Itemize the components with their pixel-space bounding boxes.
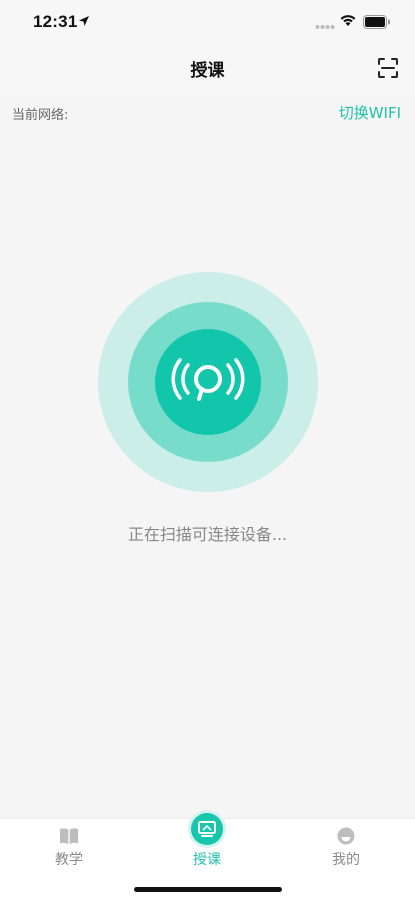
- navigation-bar: 授课: [0, 46, 415, 90]
- tab-teaching[interactable]: 教学: [0, 819, 138, 879]
- scan-status-text: 正在扫描可连接设备...: [127, 525, 288, 544]
- battery-icon: [363, 15, 390, 29]
- scanner-animation: [98, 272, 318, 492]
- profile-icon: [337, 827, 355, 845]
- scan-qr-icon[interactable]: [376, 56, 400, 80]
- switch-wifi-link[interactable]: 切换WIFI: [339, 102, 401, 123]
- location-arrow-icon: [79, 16, 89, 26]
- tab-lecture[interactable]: 授课: [138, 813, 276, 879]
- current-network-label: 当前网络:: [12, 108, 69, 123]
- tab-bar: 教学 授课 我的: [0, 813, 415, 901]
- book-icon: [60, 828, 78, 844]
- home-indicator: [134, 887, 282, 892]
- page-title: 授课: [190, 61, 225, 81]
- tab-label: 我的: [332, 852, 360, 868]
- tab-mine[interactable]: 我的: [277, 819, 415, 879]
- status-time: 12:31: [33, 12, 78, 31]
- status-bar: 12:31: [0, 0, 415, 46]
- broadcast-icon: [171, 358, 245, 401]
- wifi-icon: [340, 15, 356, 26]
- cellular-signal-icon: [315, 25, 335, 29]
- monitor-icon: [191, 813, 223, 845]
- network-row: 当前网络: 切换WIFI: [0, 98, 415, 128]
- scanner-ring-inner: [155, 329, 261, 435]
- tab-label: 教学: [55, 852, 83, 868]
- tab-label: 授课: [193, 852, 221, 868]
